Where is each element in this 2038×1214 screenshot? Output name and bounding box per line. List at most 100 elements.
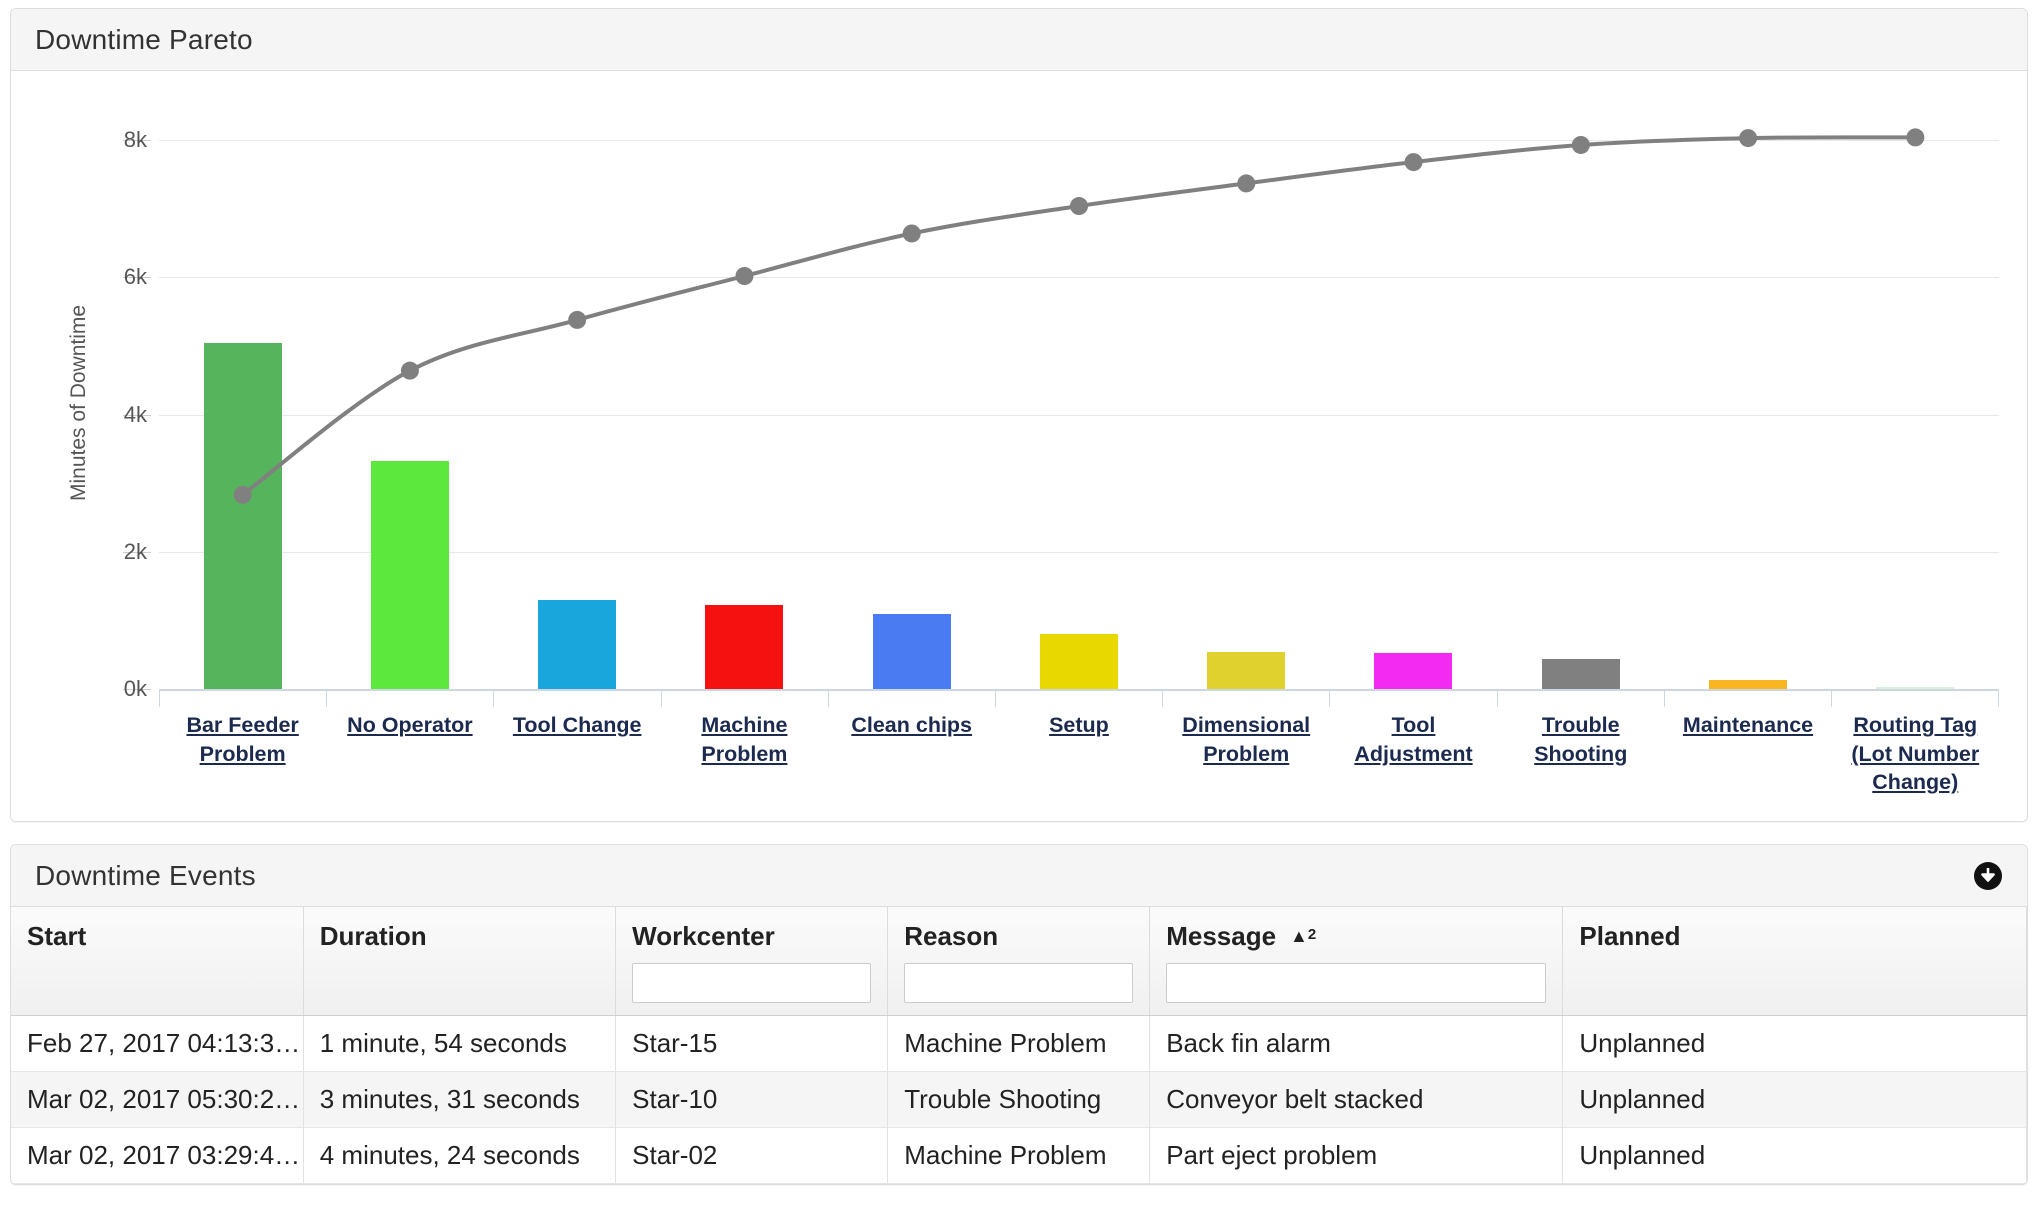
cell-reason: Machine Problem — [887, 1015, 1151, 1072]
table-row[interactable]: Mar 02, 2017 05:30:2… 3 minutes, 31 secon… — [11, 1071, 2027, 1128]
cumulative-point[interactable] — [233, 485, 252, 504]
cell-planned: Unplanned — [1562, 1127, 2027, 1184]
cell-message: Part eject problem — [1149, 1127, 1564, 1184]
column-header-label: Planned — [1579, 921, 1681, 951]
column-header-label: Duration — [319, 921, 427, 951]
column-header-duration[interactable]: Duration — [303, 907, 617, 1016]
downtime-pareto-panel: Downtime Pareto Minutes of Downtime 0k 2k… — [10, 8, 2028, 822]
x-tick — [327, 689, 495, 707]
cell-message: Conveyor belt stacked — [1149, 1071, 1564, 1128]
x-label-cell: Machine Problem — [661, 711, 828, 797]
cell-message: Back fin alarm — [1149, 1015, 1564, 1072]
filter-input-reason[interactable] — [904, 963, 1134, 1003]
cell-reason: Trouble Shooting — [887, 1071, 1151, 1128]
cell-planned: Unplanned — [1562, 1015, 2027, 1072]
cell-start: Mar 02, 2017 05:30:2… — [11, 1071, 304, 1128]
x-label-cell: Dimensional Problem — [1163, 711, 1330, 797]
y-tick-label: 0k — [123, 676, 147, 701]
x-tick — [1832, 689, 2000, 707]
filter-input-message[interactable] — [1166, 963, 1547, 1003]
cumulative-point[interactable] — [1739, 129, 1758, 148]
events-panel-header: Downtime Events — [11, 845, 2027, 907]
x-axis-category-link[interactable]: Setup — [1049, 713, 1109, 737]
x-label-cell: Setup — [995, 711, 1162, 797]
column-header-label: Start — [27, 921, 87, 951]
x-label-cell: Tool Adjustment — [1330, 711, 1497, 797]
events-panel-title: Downtime Events — [35, 859, 256, 891]
x-axis-category-link[interactable]: Tool Change — [513, 713, 642, 737]
column-header-inner: Duration — [320, 921, 599, 952]
cell-duration: 4 minutes, 24 seconds — [303, 1127, 617, 1184]
x-label-cell: Clean chips — [828, 711, 995, 797]
table-row[interactable]: Feb 27, 2017 04:13:3… 1 minute, 54 second… — [11, 1015, 2027, 1072]
cell-start: Mar 02, 2017 03:29:4… — [11, 1127, 304, 1184]
downtime-events-panel: Downtime Events Start Duration Workcenter R… — [10, 844, 2028, 1185]
cumulative-point[interactable] — [1404, 153, 1423, 172]
cell-workcenter: Star-10 — [615, 1071, 889, 1128]
cumulative-point[interactable] — [735, 267, 754, 285]
cumulative-point[interactable] — [568, 310, 587, 329]
x-tick — [996, 689, 1164, 707]
cell-duration: 1 minute, 54 seconds — [303, 1015, 617, 1072]
x-axis-category-link[interactable]: Tool Adjustment — [1354, 713, 1472, 766]
column-header-inner: Start — [27, 921, 287, 952]
pareto-chart: Minutes of Downtime 0k 2k 4k 6k 8k Bar Feede… — [11, 71, 2027, 821]
download-circle-icon[interactable] — [1971, 859, 2005, 893]
cumulative-point[interactable] — [902, 224, 921, 243]
y-tick-label: 8k — [123, 127, 147, 153]
dashboard-page: Downtime Pareto Minutes of Downtime 0k 2k… — [0, 0, 2038, 1214]
downtime-events-table: Start Duration Workcenter Reason Message ▲ 2 Pl… — [11, 907, 2027, 1184]
cell-planned: Unplanned — [1562, 1071, 2027, 1128]
x-axis-category-link[interactable]: Clean chips — [851, 713, 972, 737]
cumulative-point[interactable] — [1571, 135, 1590, 154]
column-header-inner: Workcenter — [632, 921, 871, 952]
x-tick — [1330, 689, 1498, 707]
table-row[interactable]: Mar 02, 2017 03:29:4… 4 minutes, 24 secon… — [11, 1127, 2027, 1184]
x-axis-category-link[interactable]: Trouble Shooting — [1534, 713, 1627, 766]
cell-duration: 3 minutes, 31 seconds — [303, 1071, 617, 1128]
x-tick — [829, 689, 996, 707]
x-label-cell: Bar Feeder Problem — [159, 711, 326, 797]
x-axis-category-link[interactable]: Machine Problem — [701, 713, 787, 766]
column-header-inner: Planned — [1579, 921, 2010, 952]
x-axis-category-link[interactable]: No Operator — [347, 713, 472, 737]
cell-reason: Machine Problem — [887, 1127, 1151, 1184]
table-header: Start Duration Workcenter Reason Message ▲ 2 Pl… — [11, 907, 2027, 1016]
cell-start: Feb 27, 2017 04:13:3… — [11, 1015, 304, 1072]
plot-area: 0k 2k 4k 6k 8k — [123, 99, 1999, 701]
column-header-reason[interactable]: Reason — [887, 907, 1151, 1016]
y-tick-label: 6k — [123, 264, 147, 290]
cumulative-point[interactable] — [1237, 174, 1256, 193]
x-label-cell: Maintenance — [1664, 711, 1831, 797]
cell-workcenter: Star-15 — [615, 1015, 889, 1072]
x-axis-category-link[interactable]: Bar Feeder Problem — [186, 713, 298, 766]
column-header-message[interactable]: Message ▲ 2 — [1149, 907, 1564, 1016]
chart-panel-header: Downtime Pareto — [11, 9, 2027, 71]
x-tick — [1163, 689, 1331, 707]
y-tick-label: 4k — [123, 401, 147, 427]
column-header-workcenter[interactable]: Workcenter — [615, 907, 889, 1016]
x-tick — [662, 689, 829, 707]
chart-panel-title: Downtime Pareto — [35, 23, 253, 55]
x-axis-category-link[interactable]: Dimensional Problem — [1182, 713, 1310, 766]
filter-input-workcenter[interactable] — [632, 963, 872, 1003]
column-header-planned[interactable]: Planned — [1562, 907, 2027, 1016]
x-tick — [494, 689, 662, 707]
cell-workcenter: Star-02 — [615, 1127, 889, 1184]
sort-ascending-icon[interactable]: ▲ 2 — [1290, 926, 1316, 947]
table-header-row: Start Duration Workcenter Reason Message ▲ 2 Pl… — [11, 907, 2027, 1016]
column-header-start[interactable]: Start — [11, 907, 304, 1016]
cumulative-point[interactable] — [1070, 197, 1088, 216]
x-axis-category-link[interactable]: Maintenance — [1683, 713, 1813, 737]
column-header-label: Reason — [904, 921, 999, 951]
cumulative-point[interactable] — [1906, 128, 1925, 147]
sort-order-index: 2 — [1307, 926, 1317, 943]
column-header-label: Message — [1166, 921, 1277, 951]
x-tick — [159, 689, 328, 707]
column-header-inner: Reason — [904, 921, 1133, 952]
x-label-cell: Routing Tag (Lot Number Change) — [1832, 711, 1999, 797]
x-axis-category-link[interactable]: Routing Tag (Lot Number Change) — [1851, 713, 1979, 794]
x-tick — [1498, 689, 1665, 707]
cumulative-point[interactable] — [400, 361, 419, 380]
x-label-cell: No Operator — [326, 711, 493, 797]
